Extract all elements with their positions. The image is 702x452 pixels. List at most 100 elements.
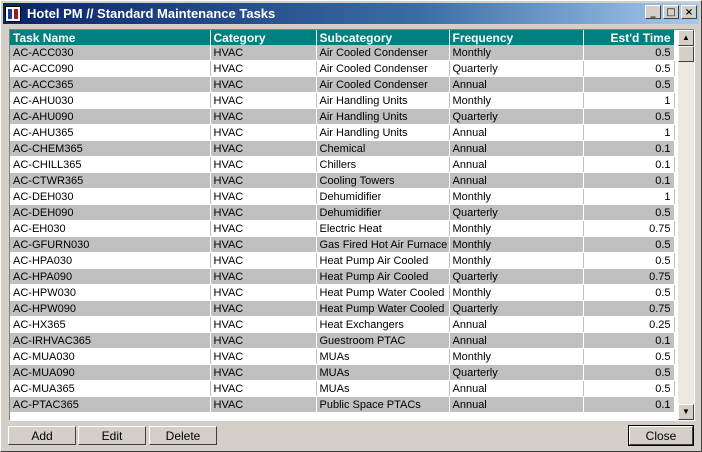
edit-button[interactable]: Edit	[78, 426, 146, 445]
category-cell: HVAC	[210, 252, 317, 269]
column-header-frequency[interactable]: Frequency	[449, 30, 584, 45]
table-row[interactable]: AC-AHU365 HVAC Air Handling Units Annual 1	[10, 124, 675, 141]
frequency-cell: Annual	[449, 172, 584, 189]
table-row[interactable]: AC-EH030 HVAC Electric Heat Monthly 0.75	[10, 220, 675, 237]
estd-time-cell: 0.5	[583, 380, 675, 397]
table-row[interactable]: AC-ACC030 HVAC Air Cooled Condenser Monthly…	[10, 45, 675, 61]
table-row[interactable]: AC-GFURN030 HVAC Gas Fired Hot Air Furnace…	[10, 236, 675, 253]
frequency-cell: Quarterly	[449, 108, 584, 125]
frequency-cell: Quarterly	[449, 300, 584, 317]
subcategory-cell: Heat Pump Air Cooled	[316, 268, 450, 285]
table-row[interactable]: AC-CHILL365 HVAC Chillers Annual 0.1	[10, 156, 675, 173]
scroll-thumb[interactable]	[678, 46, 694, 62]
table-row[interactable]: AC-DEH090 HVAC Dehumidifier Quarterly 0.5	[10, 204, 675, 221]
vertical-scrollbar[interactable]: ▲ ▼	[678, 30, 694, 420]
task-name-cell: AC-HX365	[10, 316, 211, 333]
task-name-cell: AC-HPW090	[10, 300, 211, 317]
column-header-category[interactable]: Category	[210, 30, 317, 45]
category-cell: HVAC	[210, 76, 317, 93]
add-button[interactable]: Add	[8, 426, 76, 445]
frequency-cell: Annual	[449, 156, 584, 173]
table-row[interactable]: AC-MUA090 HVAC MUAs Quarterly 0.5	[10, 364, 675, 381]
table-body: AC-ACC030 HVAC Air Cooled Condenser Monthly…	[10, 45, 675, 413]
table-row[interactable]: AC-CTWR365 HVAC Cooling Towers Annual 0.1	[10, 172, 675, 189]
close-button[interactable]: Close	[628, 425, 694, 446]
scroll-up-button[interactable]: ▲	[678, 30, 694, 46]
table-row[interactable]: AC-IRHVAC365 HVAC Guestroom PTAC Annual 0.1	[10, 332, 675, 349]
category-cell: HVAC	[210, 348, 317, 365]
frequency-cell: Quarterly	[449, 204, 584, 221]
estd-time-cell: 0.5	[583, 76, 675, 93]
window-title: Hotel PM // Standard Maintenance Tasks	[27, 6, 276, 21]
estd-time-cell: 0.5	[583, 236, 675, 253]
table-row[interactable]: AC-ACC365 HVAC Air Cooled Condenser Annual 0…	[10, 76, 675, 93]
table-row[interactable]: AC-HPA090 HVAC Heat Pump Air Cooled Quarter…	[10, 268, 675, 285]
frequency-cell: Monthly	[449, 92, 584, 109]
task-name-cell: AC-EH030	[10, 220, 211, 237]
table-row[interactable]: AC-AHU090 HVAC Air Handling Units Quarterly…	[10, 108, 675, 125]
title-bar[interactable]: Hotel PM // Standard Maintenance Tasks _…	[3, 3, 699, 24]
maximize-button[interactable]: □	[663, 5, 679, 19]
subcategory-cell: Air Handling Units	[316, 92, 450, 109]
frequency-cell: Annual	[449, 316, 584, 333]
scroll-down-button[interactable]: ▼	[678, 404, 694, 420]
subcategory-cell: Heat Exchangers	[316, 316, 450, 333]
table-row[interactable]: AC-MUA030 HVAC MUAs Monthly 0.5	[10, 348, 675, 365]
category-cell: HVAC	[210, 156, 317, 173]
estd-time-cell: 1	[583, 188, 675, 205]
category-cell: HVAC	[210, 60, 317, 77]
table-row[interactable]: AC-HPW090 HVAC Heat Pump Water Cooled Quart…	[10, 300, 675, 317]
subcategory-cell: Chillers	[316, 156, 450, 173]
frequency-cell: Quarterly	[449, 60, 584, 77]
tasks-grid[interactable]: Task Name Category Subcategory Frequency…	[9, 29, 695, 421]
table-row[interactable]: AC-PTAC365 HVAC Public Space PTACs Annual 0.…	[10, 396, 675, 413]
category-cell: HVAC	[210, 108, 317, 125]
title-buttons: _ □ ×	[643, 5, 697, 19]
table-row[interactable]: AC-HX365 HVAC Heat Exchangers Annual 0.25	[10, 316, 675, 333]
estd-time-cell: 0.75	[583, 268, 675, 285]
estd-time-cell: 1	[583, 92, 675, 109]
minimize-button[interactable]: _	[645, 5, 661, 19]
table-row[interactable]: AC-MUA365 HVAC MUAs Annual 0.5	[10, 380, 675, 397]
column-header-estd-time[interactable]: Est'd Time	[583, 30, 675, 45]
subcategory-cell: MUAs	[316, 348, 450, 365]
task-name-cell: AC-ACC090	[10, 60, 211, 77]
frequency-cell: Annual	[449, 380, 584, 397]
subcategory-cell: Dehumidifier	[316, 188, 450, 205]
table-row[interactable]: AC-HPW030 HVAC Heat Pump Water Cooled Month…	[10, 284, 675, 301]
column-header-task-name[interactable]: Task Name	[10, 30, 211, 45]
table-row[interactable]: AC-CHEM365 HVAC Chemical Annual 0.1	[10, 140, 675, 157]
table-row[interactable]: AC-ACC090 HVAC Air Cooled Condenser Quarter…	[10, 60, 675, 77]
frequency-cell: Monthly	[449, 45, 584, 61]
frequency-cell: Annual	[449, 332, 584, 349]
header-row: Task Name Category Subcategory Frequency…	[10, 30, 675, 45]
estd-time-cell: 0.5	[583, 45, 675, 61]
subcategory-cell: Dehumidifier	[316, 204, 450, 221]
category-cell: HVAC	[210, 284, 317, 301]
estd-time-cell: 0.5	[583, 60, 675, 77]
table-row[interactable]: AC-AHU030 HVAC Air Handling Units Monthly 1	[10, 92, 675, 109]
close-window-button[interactable]: ×	[681, 5, 697, 19]
subcategory-cell: Heat Pump Water Cooled	[316, 300, 450, 317]
column-header-subcategory[interactable]: Subcategory	[316, 30, 450, 45]
estd-time-cell: 0.1	[583, 332, 675, 349]
category-cell: HVAC	[210, 45, 317, 61]
table-row[interactable]: AC-DEH030 HVAC Dehumidifier Monthly 1	[10, 188, 675, 205]
estd-time-cell: 0.5	[583, 252, 675, 269]
estd-time-cell: 0.1	[583, 140, 675, 157]
task-name-cell: AC-CHILL365	[10, 156, 211, 173]
subcategory-cell: MUAs	[316, 380, 450, 397]
estd-time-cell: 0.75	[583, 220, 675, 237]
task-name-cell: AC-MUA030	[10, 348, 211, 365]
estd-time-cell: 1	[583, 124, 675, 141]
estd-time-cell: 0.25	[583, 316, 675, 333]
subcategory-cell: Air Cooled Condenser	[316, 45, 450, 61]
frequency-cell: Annual	[449, 140, 584, 157]
task-name-cell: AC-DEH030	[10, 188, 211, 205]
estd-time-cell: 0.5	[583, 348, 675, 365]
subcategory-cell: Heat Pump Water Cooled	[316, 284, 450, 301]
app-icon[interactable]	[5, 5, 21, 22]
table-row[interactable]: AC-HPA030 HVAC Heat Pump Air Cooled Monthly…	[10, 252, 675, 269]
estd-time-cell: 0.5	[583, 108, 675, 125]
delete-button[interactable]: Delete	[149, 426, 217, 445]
